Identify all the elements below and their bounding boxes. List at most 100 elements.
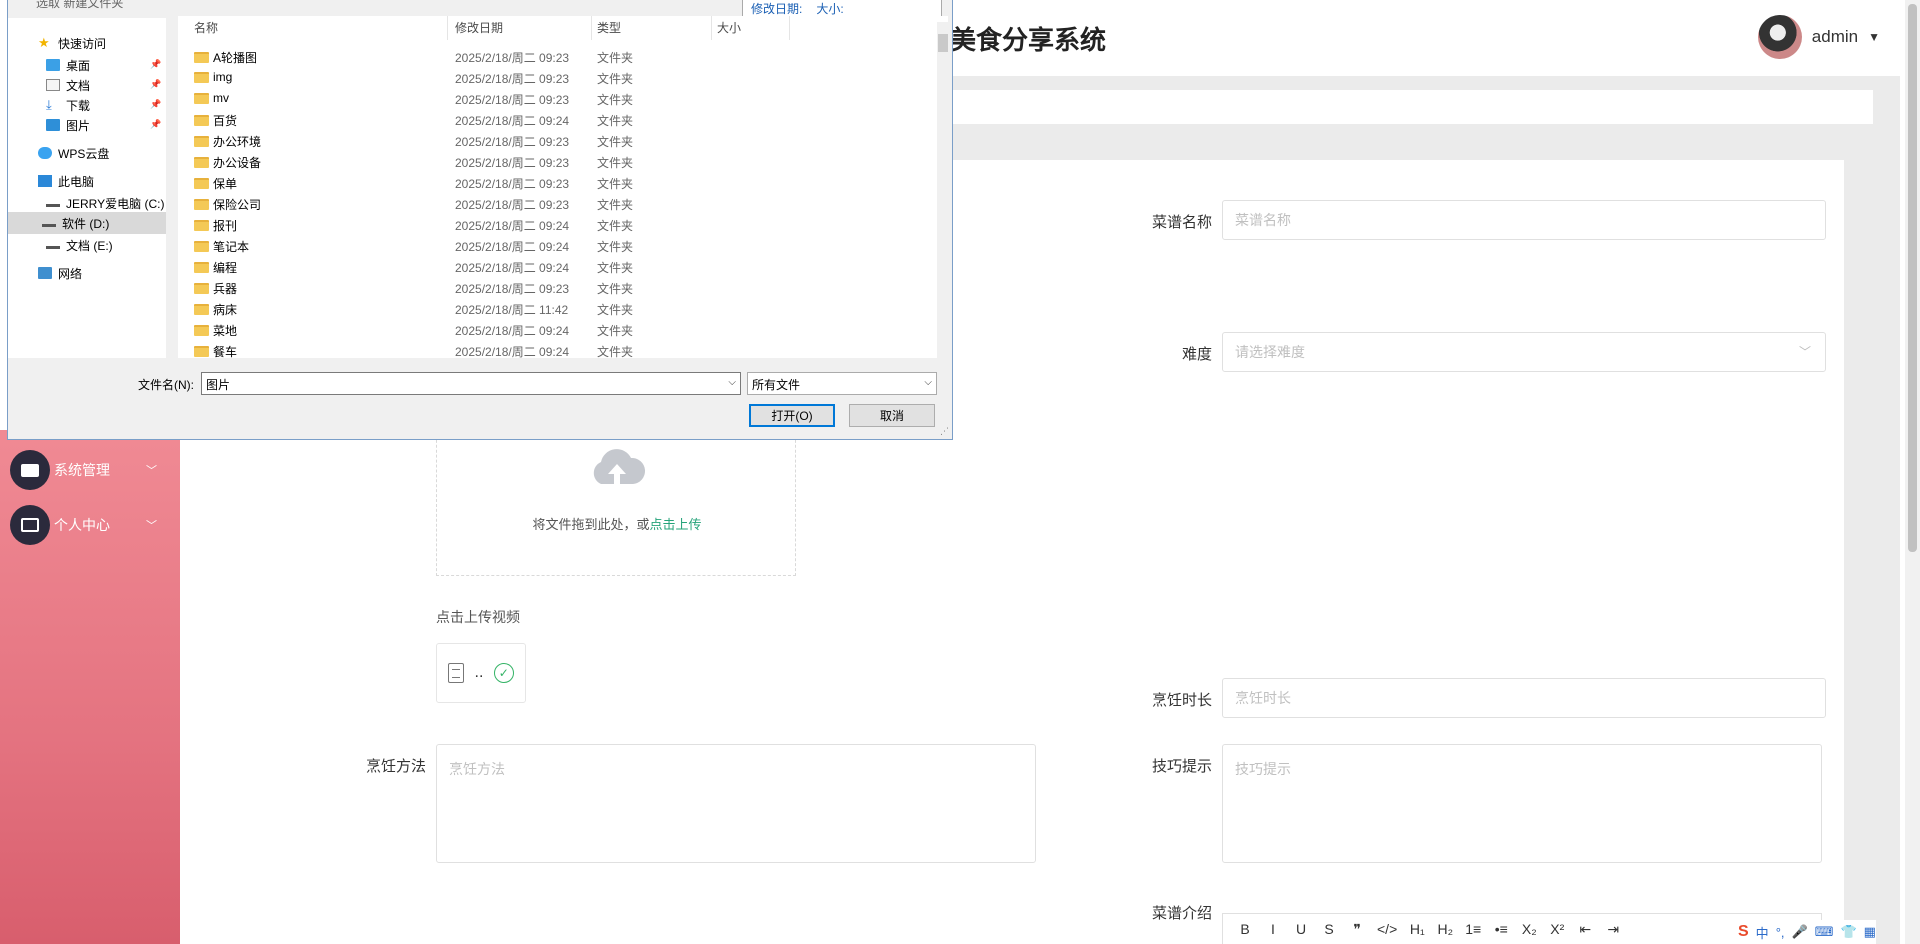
toolbar-button[interactable]: •≡ <box>1493 921 1509 937</box>
cook-time-input[interactable]: 烹饪时长 <box>1222 678 1826 718</box>
open-button[interactable]: 打开(O) <box>749 404 835 427</box>
file-type: 文件夹 <box>597 261 634 275</box>
file-name: 报刊 <box>194 217 237 234</box>
page-scrollbar[interactable] <box>1905 0 1920 944</box>
ime-icon[interactable]: 👕 <box>1840 924 1856 940</box>
cancel-button[interactable]: 取消 <box>849 404 935 427</box>
file-name: 办公设备 <box>194 154 261 171</box>
sidebar-item-profile[interactable]: 个人中心 ﹀ <box>10 503 175 547</box>
video-file-card[interactable]: .. ✓ <box>436 643 526 703</box>
upload-link[interactable]: 点击上传 <box>650 517 702 532</box>
file-row[interactable]: 办公设备 2025/2/18/周二 09:23 文件夹 <box>178 151 938 172</box>
nav-item[interactable]: ⤓ 下载 <box>46 94 90 116</box>
file-row[interactable]: 病床 2025/2/18/周二 11:42 文件夹 <box>178 298 938 319</box>
file-row[interactable]: 百货 2025/2/18/周二 09:24 文件夹 <box>178 109 938 130</box>
file-row[interactable]: 菜地 2025/2/18/周二 09:24 文件夹 <box>178 319 938 340</box>
column-size[interactable]: 大小 <box>717 19 741 39</box>
nav-item[interactable]: 桌面 <box>46 54 90 76</box>
toolbar-button[interactable]: H₂ <box>1437 921 1453 937</box>
file-name-text: 兵器 <box>213 282 238 296</box>
file-row[interactable]: 兵器 2025/2/18/周二 09:23 文件夹 <box>178 277 938 298</box>
toolbar-button[interactable]: U <box>1293 921 1309 937</box>
ime-icon[interactable]: 中 <box>1756 923 1769 942</box>
nav-item-label: WPS云盘 <box>58 146 110 161</box>
nav-item[interactable]: 文档 (E:) <box>46 234 113 256</box>
file-row[interactable]: A轮播图 2025/2/18/周二 09:23 文件夹 <box>178 46 938 67</box>
toolbar-button[interactable]: B <box>1237 921 1253 937</box>
filename-input[interactable]: 图片 ⌵ <box>201 372 741 395</box>
scroll-thumb[interactable] <box>938 34 948 52</box>
nav-item[interactable]: 网络 <box>38 262 82 284</box>
file-type: 文件夹 <box>597 156 634 170</box>
toolbar-button[interactable]: X² <box>1549 921 1565 937</box>
column-type[interactable]: 类型 <box>597 19 621 39</box>
upload-hint-text: 将文件拖到此处，或 <box>532 517 650 532</box>
sidebar-item-label: 个人中心 <box>54 517 110 533</box>
ime-icon[interactable]: ⌨ <box>1815 924 1834 940</box>
file-row[interactable]: 笔记本 2025/2/18/周二 09:24 文件夹 <box>178 235 938 256</box>
column-separator[interactable] <box>447 16 448 40</box>
nav-item[interactable]: JERRY爱电脑 (C:) <box>46 192 164 214</box>
scroll-thumb[interactable] <box>1908 4 1917 552</box>
file-row[interactable]: 办公环境 2025/2/18/周二 09:23 文件夹 <box>178 130 938 151</box>
column-separator[interactable] <box>591 16 592 40</box>
toolbar-button[interactable]: I <box>1265 921 1281 937</box>
file-row[interactable]: 保险公司 2025/2/18/周二 09:23 文件夹 <box>178 193 938 214</box>
folder-icon <box>194 52 209 63</box>
toolbar-button[interactable]: ❞ <box>1349 921 1365 938</box>
caret-down-icon[interactable]: ▼ <box>1868 30 1880 44</box>
sidebar: 系统管理 ﹀ 个人中心 ﹀ <box>0 430 180 944</box>
toolbar-button[interactable]: </> <box>1377 921 1397 937</box>
ime-icon[interactable]: °, <box>1776 925 1785 940</box>
chevron-down-icon[interactable]: ⌵ <box>728 377 736 388</box>
nav-item[interactable]: ★ 快速访问 <box>38 32 106 54</box>
pin-icon: 📌 <box>150 79 162 89</box>
nav-item[interactable]: 此电脑 <box>38 170 94 192</box>
resize-grip-icon[interactable]: ⋰ <box>940 426 949 437</box>
file-row[interactable]: 编程 2025/2/18/周二 09:24 文件夹 <box>178 256 938 277</box>
ime-icon[interactable]: 🎤 <box>1792 924 1808 940</box>
file-row[interactable]: img 2025/2/18/周二 09:23 文件夹 <box>178 67 938 88</box>
recipe-name-input[interactable]: 菜谱名称 <box>1222 200 1826 240</box>
file-row[interactable]: 餐车 2025/2/18/周二 09:24 文件夹 <box>178 340 938 361</box>
column-separator[interactable] <box>711 16 712 40</box>
toolbar-button[interactable]: X₂ <box>1521 921 1537 937</box>
folder-icon <box>194 262 209 273</box>
difficulty-select[interactable]: 请选择难度 ﹀ <box>1222 332 1826 372</box>
ime-icon[interactable]: ▦ <box>1864 924 1876 940</box>
column-date[interactable]: 修改日期 <box>455 19 503 39</box>
video-upload-label[interactable]: 点击上传视频 <box>436 607 520 627</box>
method-textarea[interactable]: 烹饪方法 <box>436 744 1036 863</box>
chevron-down-icon[interactable]: ⌵ <box>924 377 932 388</box>
sidebar-item-system[interactable]: 系统管理 ﹀ <box>10 448 175 492</box>
nav-item[interactable]: WPS云盘 <box>38 142 109 164</box>
user-menu[interactable]: admin ▼ <box>1757 12 1880 62</box>
nav-item[interactable]: 软件 (D:) <box>8 212 166 234</box>
file-row[interactable]: 报刊 2025/2/18/周二 09:24 文件夹 <box>178 214 938 235</box>
avatar[interactable] <box>1757 15 1802 59</box>
tips-textarea[interactable]: 技巧提示 <box>1222 744 1822 863</box>
folder-icon <box>194 157 209 168</box>
file-name-text: 编程 <box>213 261 238 275</box>
file-name-text: 百货 <box>213 114 238 128</box>
column-name[interactable]: 名称 <box>194 19 218 39</box>
toolbar-button[interactable]: H₁ <box>1409 921 1425 937</box>
nav-item[interactable]: 文档 <box>46 74 90 96</box>
ime-icon[interactable]: S <box>1738 923 1749 941</box>
file-name-text: 笔记本 <box>213 240 250 254</box>
file-name-text: 餐车 <box>213 345 238 359</box>
image-upload-dropzone[interactable]: 将文件拖到此处，或点击上传 <box>436 430 796 576</box>
column-separator[interactable] <box>789 16 790 40</box>
filetype-select[interactable]: 所有文件 ⌵ <box>747 372 937 395</box>
file-row[interactable]: mv 2025/2/18/周二 09:23 文件夹 <box>178 88 938 109</box>
username[interactable]: admin <box>1812 27 1858 47</box>
toolbar-button[interactable]: S <box>1321 921 1337 937</box>
nav-item-label: 此电脑 <box>58 174 95 189</box>
nav-item-label: 下载 <box>66 98 91 113</box>
file-row[interactable]: 保单 2025/2/18/周二 09:23 文件夹 <box>178 172 938 193</box>
toolbar-button[interactable]: ⇥ <box>1605 921 1621 938</box>
nav-item[interactable]: 图片 <box>46 114 90 136</box>
file-list-scrollbar[interactable] <box>937 22 949 358</box>
toolbar-button[interactable]: 1≡ <box>1465 921 1481 937</box>
toolbar-button[interactable]: ⇤ <box>1577 921 1593 938</box>
